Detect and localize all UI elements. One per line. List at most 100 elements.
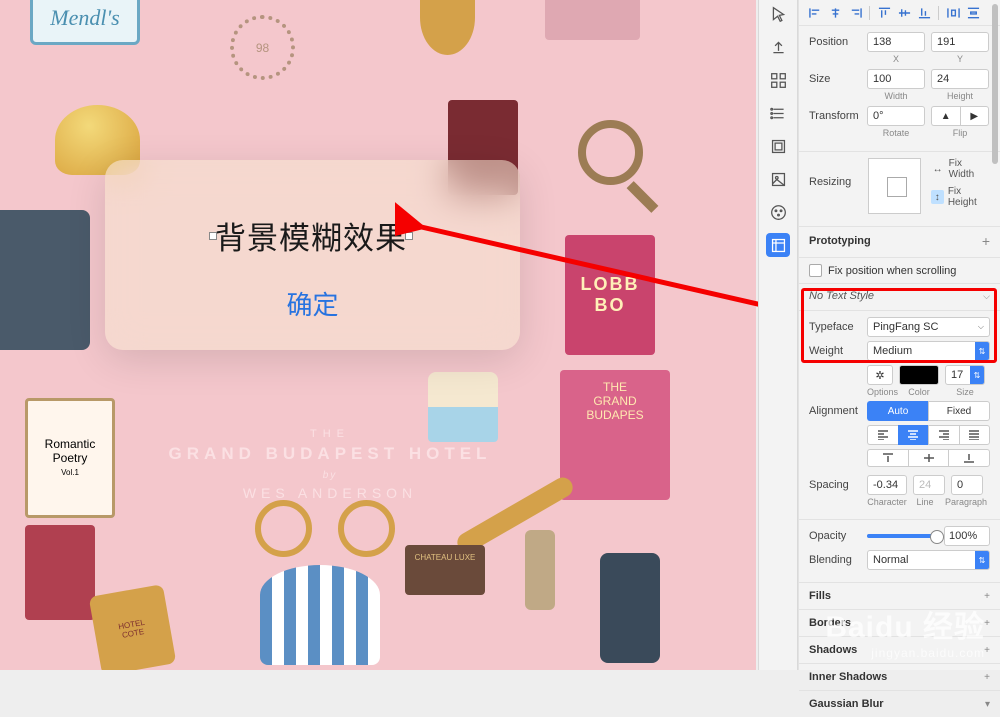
blur-dialog[interactable]: 背景模糊效果 确定 xyxy=(105,160,520,350)
flip-vertical-button[interactable]: ▶ xyxy=(960,106,990,126)
blending-select[interactable]: Normal⇅ xyxy=(867,550,990,570)
text-align-justify-button[interactable] xyxy=(959,425,991,445)
cursor-tab-icon[interactable] xyxy=(766,2,790,26)
text-align-center-button[interactable] xyxy=(898,425,929,445)
align-right-icon[interactable] xyxy=(847,6,863,20)
weight-select[interactable]: Medium ⇅ xyxy=(867,341,990,361)
alignment-label: Alignment xyxy=(809,405,861,417)
width-input[interactable]: 100 xyxy=(867,69,925,89)
line-sublabel: Line xyxy=(909,497,941,507)
frame-tab-icon[interactable] xyxy=(766,134,790,158)
font-size-input[interactable]: 17⇅ xyxy=(945,365,985,385)
add-prototype-icon[interactable]: + xyxy=(982,233,990,249)
align-hcenter-icon[interactable] xyxy=(827,6,843,20)
selection-handle-right[interactable] xyxy=(405,232,413,240)
flip-controls: ▲ ▶ xyxy=(931,106,989,126)
inner-shadows-section-header[interactable]: Inner Shadows + xyxy=(799,664,1000,691)
borders-title: Borders xyxy=(809,617,851,629)
crossed-keys-icon xyxy=(265,500,385,570)
distribute-v-icon[interactable] xyxy=(965,6,981,20)
chevron-down-icon-2[interactable]: ▾ xyxy=(985,699,990,710)
text-align-segment xyxy=(867,425,990,445)
distribute-h-icon[interactable] xyxy=(945,6,961,20)
height-input[interactable]: 24 xyxy=(931,69,989,89)
phone-icon xyxy=(600,553,660,663)
inspector-scrollbar[interactable] xyxy=(990,0,1000,670)
stepper-icon-2: ⇅ xyxy=(970,366,984,384)
paragraph-sublabel: Paragraph xyxy=(943,497,989,507)
design-canvas[interactable]: Mendl's PANACHE 98 LOBB BO THE GRAND BUD… xyxy=(0,0,756,670)
arch-title-text: THE GRAND BUDAPEST HOTEL by WES ANDERSON xyxy=(150,428,510,501)
weight-value: Medium xyxy=(873,345,912,357)
valign-middle-button[interactable] xyxy=(908,449,949,467)
grand-line2: GRAND xyxy=(560,394,670,408)
typeface-select[interactable]: PingFang SC⌵ xyxy=(867,317,990,337)
text-style-row[interactable]: No Text Style ⌵ xyxy=(799,284,1000,311)
typeface-value: PingFang SC xyxy=(873,321,938,333)
stepper-icon: ⇅ xyxy=(975,342,989,360)
chateau-label: CHATEAU LUXE xyxy=(405,545,485,595)
valign-bottom-button[interactable] xyxy=(948,449,990,467)
size-label: Size xyxy=(809,73,861,85)
resizing-constraint-box[interactable] xyxy=(868,158,921,214)
align-separator xyxy=(869,6,870,20)
text-align-left-button[interactable] xyxy=(867,425,898,445)
alignment-toolbar xyxy=(799,0,1000,26)
flip-horizontal-button[interactable]: ▲ xyxy=(931,106,960,126)
typography-section: Typeface PingFang SC⌵ Weight Medium⇅ ✲ 1… xyxy=(799,311,1000,520)
text-align-right-button[interactable] xyxy=(928,425,959,445)
image-tab-icon[interactable] xyxy=(766,167,790,191)
position-y-input[interactable]: 191 xyxy=(931,32,989,52)
prototyping-section-header[interactable]: Prototyping + xyxy=(799,227,1000,258)
inspector-panel: Position 138 191 XY Size 100 24 WidthHei… xyxy=(798,0,1000,670)
blending-value: Normal xyxy=(873,554,908,566)
alignment-auto-button[interactable]: Auto xyxy=(867,401,928,421)
dialog-title-text[interactable]: 背景模糊效果 xyxy=(215,221,407,256)
align-separator-2 xyxy=(938,6,939,20)
rotate-input[interactable]: 0° xyxy=(867,106,925,126)
dialog-confirm-button[interactable]: 确定 xyxy=(105,285,520,322)
shadows-title: Shadows xyxy=(809,644,857,656)
alignment-fixed-button[interactable]: Fixed xyxy=(928,401,990,421)
text-style-chevron-icon[interactable]: ⌵ xyxy=(983,291,990,302)
gaussian-blur-section-header[interactable]: Gaussian Blur▾ xyxy=(799,691,1000,717)
align-left-icon[interactable] xyxy=(807,6,823,20)
align-vcenter-icon[interactable] xyxy=(896,6,912,20)
list-tab-icon[interactable] xyxy=(766,101,790,125)
shadows-section-header[interactable]: Shadows+ xyxy=(799,637,1000,664)
opacity-input[interactable]: 100% xyxy=(944,526,990,546)
fills-section-header[interactable]: Fills+ xyxy=(799,583,1000,610)
mendls-sign: Mendl's xyxy=(30,0,140,45)
components-tab-icon[interactable] xyxy=(766,68,790,92)
add-icon-4[interactable]: + xyxy=(984,672,990,683)
text-color-swatch[interactable] xyxy=(899,365,939,385)
fix-position-checkbox[interactable] xyxy=(809,264,822,277)
borders-section-header[interactable]: Borders+ xyxy=(799,610,1000,637)
fix-width-label[interactable]: Fix Width xyxy=(949,158,990,180)
opacity-slider[interactable] xyxy=(867,534,938,538)
align-bottom-icon[interactable] xyxy=(916,6,932,20)
position-x-input[interactable]: 138 xyxy=(867,32,925,52)
palette-tab-icon[interactable] xyxy=(766,200,790,224)
y-sublabel: Y xyxy=(931,54,989,64)
x-sublabel: X xyxy=(867,54,925,64)
fix-height-label[interactable]: Fix Height xyxy=(948,186,990,208)
striped-awning-icon xyxy=(260,565,380,665)
fix-position-row: Fix position when scrolling xyxy=(799,258,1000,284)
medal-badge: 98 xyxy=(230,15,295,80)
paragraph-spacing-input[interactable]: 0 xyxy=(951,475,983,495)
character-spacing-input[interactable]: -0.34 xyxy=(867,475,907,495)
dialog-title-selection[interactable]: 背景模糊效果 xyxy=(215,213,407,258)
inner-shadows-title: Inner Shadows xyxy=(809,671,887,683)
align-top-icon[interactable] xyxy=(876,6,892,20)
line-spacing-input[interactable]: 24 xyxy=(913,475,945,495)
inspector-tab-icon[interactable] xyxy=(766,233,790,257)
text-options-button[interactable]: ✲ xyxy=(867,365,893,385)
valign-top-button[interactable] xyxy=(867,449,908,467)
camera-icon xyxy=(0,210,90,350)
grand-budapest-book: THE GRAND BUDAPES xyxy=(560,370,670,500)
color-sublabel: Color xyxy=(899,387,939,397)
inspector-tab-column xyxy=(758,0,798,670)
export-tab-icon[interactable] xyxy=(766,35,790,59)
resizing-section: Resizing ↔Fix Width ↕Fix Height xyxy=(799,152,1000,227)
